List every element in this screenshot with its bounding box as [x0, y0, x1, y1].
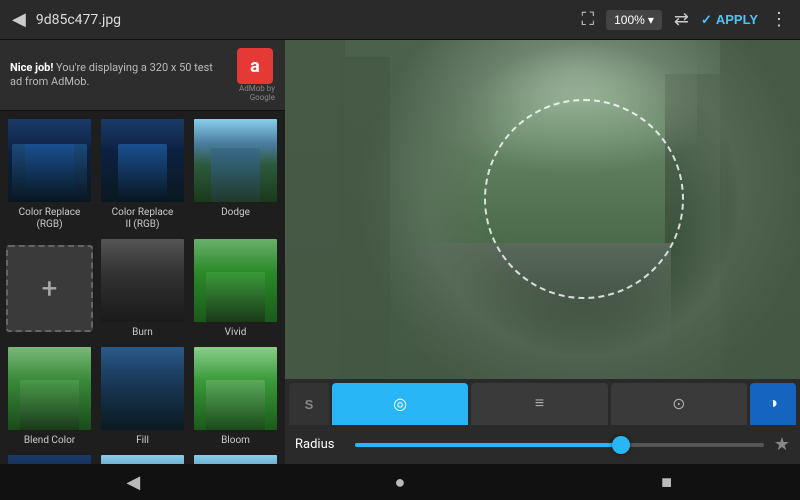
zoom-label: 100% — [614, 13, 645, 27]
effect-bloom[interactable]: Bloom — [192, 345, 279, 447]
right-panel: S ◎ ≡ ⊙ ◑ Radius — [285, 40, 800, 464]
ad-banner: Nice job! You're displaying a 320 x 50 t… — [0, 40, 285, 111]
effect-diffuse[interactable]: Diffuse — [6, 453, 93, 464]
ad-logo: a — [237, 48, 273, 84]
effect-label: Burn — [132, 327, 153, 339]
target-icon: ◎ — [393, 394, 407, 414]
effect-color-replace-rgb[interactable]: Color Replace(RGB) — [6, 117, 93, 231]
effect-label: Color Replace(RGB) — [19, 207, 81, 231]
menu-icon: ≡ — [535, 395, 544, 413]
add-icon: + — [6, 245, 93, 332]
nav-bar: ◀ ● ■ — [0, 464, 800, 500]
left-panel: Nice job! You're displaying a 320 x 50 t… — [0, 40, 285, 464]
apply-button[interactable]: ✓ APPLY — [701, 12, 758, 28]
tab-circle[interactable]: ⊙ — [611, 383, 747, 425]
image-area[interactable] — [285, 40, 800, 379]
nav-back-button[interactable]: ◀ — [103, 472, 163, 493]
effect-dodge[interactable]: Dodge — [192, 117, 279, 231]
effect-unsharp-mask[interactable]: Unsharp Mask — [192, 453, 279, 464]
effect-blend-color[interactable]: Blend Color — [6, 345, 93, 447]
tool-tabs: S ◎ ≡ ⊙ ◑ — [285, 379, 800, 425]
tab-s[interactable]: S — [289, 383, 329, 425]
s-label: S — [305, 397, 314, 412]
ad-by-text: AdMob by Google — [227, 84, 275, 102]
top-bar: ◀ 9d85c477.jpg ⛶ 100% ▾ ⇄ ✓ APPLY ⋮ — [0, 0, 800, 40]
add-effect-button[interactable]: + — [6, 237, 93, 339]
ad-text: Nice job! You're displaying a 320 x 50 t… — [10, 61, 227, 90]
tab-menu[interactable]: ≡ — [471, 383, 607, 425]
fullscreen-icon[interactable]: ⛶ — [582, 9, 595, 30]
bottom-controls: S ◎ ≡ ⊙ ◑ Radius — [285, 379, 800, 464]
back-button[interactable]: ◀ — [12, 9, 26, 30]
nav-home-button[interactable]: ● — [370, 472, 430, 493]
zoom-button[interactable]: 100% ▾ — [606, 10, 662, 30]
check-icon: ✓ — [701, 12, 712, 28]
top-bar-right: ⛶ 100% ▾ ⇄ ✓ APPLY ⋮ — [582, 9, 789, 30]
zoom-arrow: ▾ — [648, 13, 654, 27]
contrast-icon: ◑ — [768, 395, 778, 413]
ad-bold: Nice job! — [10, 61, 53, 74]
file-title: 9d85c477.jpg — [36, 12, 572, 28]
effect-vivid[interactable]: Vivid — [192, 237, 279, 339]
effect-label: Dodge — [221, 207, 250, 219]
effect-fill[interactable]: Fill — [99, 345, 186, 447]
circle-icon: ⊙ — [672, 394, 685, 414]
effect-label: Color ReplaceII (RGB) — [112, 207, 174, 231]
ad-logo-container: a AdMob by Google — [227, 48, 275, 102]
radius-row: Radius ★ — [285, 425, 800, 464]
circle-selection — [484, 99, 684, 299]
main-content: Nice job! You're displaying a 320 x 50 t… — [0, 40, 800, 464]
nav-recents-button[interactable]: ■ — [637, 472, 697, 493]
star-button[interactable]: ★ — [774, 434, 790, 455]
swap-icon[interactable]: ⇄ — [674, 9, 689, 30]
effect-label: Blend Color — [24, 435, 75, 447]
slider-fill — [355, 443, 621, 447]
slider-thumb[interactable] — [612, 436, 630, 454]
effect-label: Fill — [136, 435, 149, 447]
effect-sharpen[interactable]: Sharpen — [99, 453, 186, 464]
effect-label: Bloom — [221, 435, 250, 447]
effect-burn[interactable]: Burn — [99, 237, 186, 339]
radius-slider[interactable] — [355, 443, 764, 447]
effect-label: Vivid — [225, 327, 247, 339]
tab-target[interactable]: ◎ — [332, 383, 468, 425]
more-button[interactable]: ⋮ — [770, 9, 788, 30]
radius-label: Radius — [295, 437, 345, 452]
effects-grid: Color Replace(RGB) Color ReplaceII (RGB)… — [0, 111, 285, 464]
effect-color-replace-ii-rgb[interactable]: Color ReplaceII (RGB) — [99, 117, 186, 231]
apply-label: APPLY — [716, 12, 758, 27]
tab-contrast[interactable]: ◑ — [750, 383, 796, 425]
